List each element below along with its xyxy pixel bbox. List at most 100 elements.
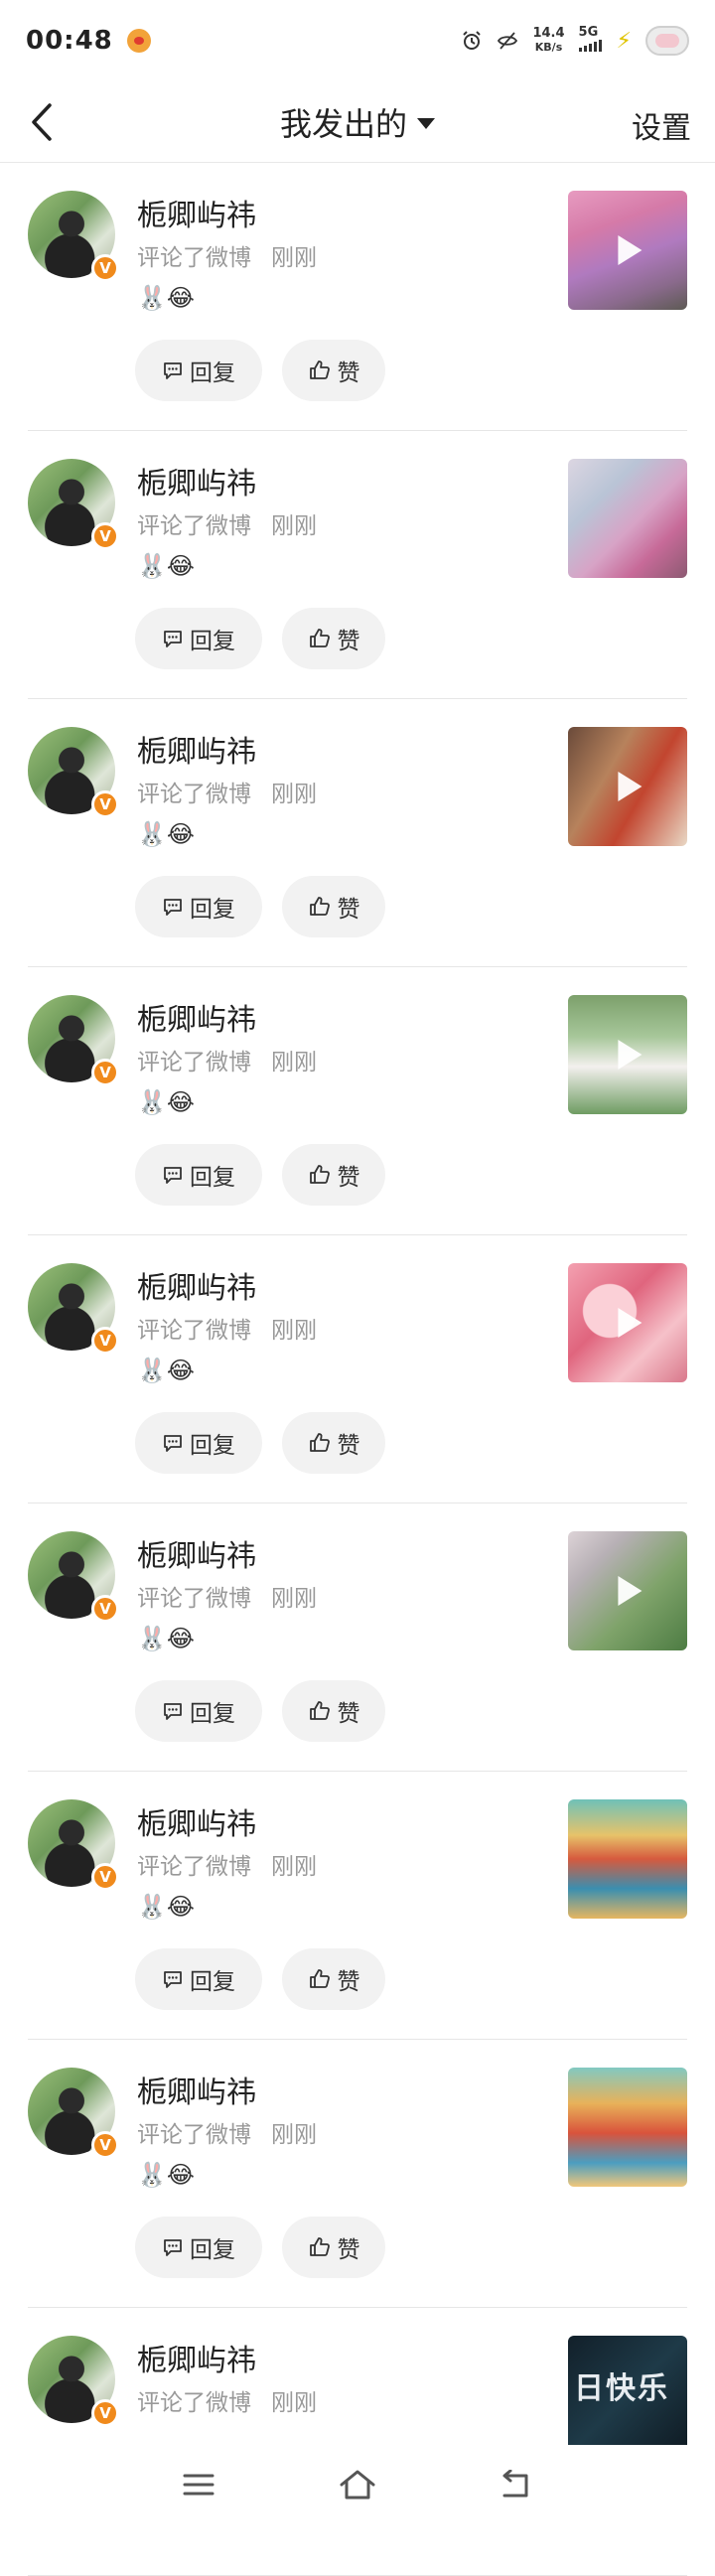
reply-label: 回复 [190, 629, 235, 654]
thumbs-up-icon [309, 2237, 330, 2256]
like-label: 赞 [337, 360, 360, 386]
settings-button[interactable]: 设置 [632, 103, 691, 147]
avatar[interactable]: V [28, 459, 119, 550]
video-thumbnail[interactable] [568, 1531, 687, 1650]
avatar[interactable]: V [28, 995, 119, 1086]
like-button[interactable]: 赞 [282, 1680, 385, 1742]
network-speed-value: 14.4 [532, 26, 565, 41]
reply-button[interactable]: 回复 [135, 1412, 262, 1474]
reply-button[interactable]: 回复 [135, 340, 262, 401]
post-thumbnail[interactable]: 日快乐 [568, 2336, 687, 2455]
user-name[interactable]: 栀卿屿祎 [137, 1531, 256, 1575]
avatar[interactable]: V [28, 2068, 119, 2159]
home-button[interactable] [336, 2463, 379, 2506]
like-label: 赞 [337, 629, 360, 654]
reply-button[interactable]: 回复 [135, 1948, 262, 2010]
comment-icon [164, 1167, 182, 1184]
user-name[interactable]: 栀卿屿祎 [137, 727, 256, 771]
reply-button[interactable]: 回复 [135, 876, 262, 937]
comment-icon [164, 1435, 182, 1452]
like-button[interactable]: 赞 [282, 1412, 385, 1474]
user-name[interactable]: 栀卿屿祎 [137, 1263, 256, 1307]
user-name[interactable]: 栀卿屿祎 [137, 1799, 256, 1843]
avatar[interactable]: V [28, 1531, 119, 1623]
menu-button[interactable] [177, 2463, 220, 2506]
comment-emoji: 🐰😂 [137, 284, 195, 312]
comment-icon [164, 362, 182, 379]
like-button[interactable]: 赞 [282, 340, 385, 401]
user-name[interactable]: 栀卿屿祎 [137, 2068, 256, 2111]
timestamp: 刚刚 [271, 245, 317, 271]
action-text: 评论了微博 [137, 245, 251, 271]
user-name[interactable]: 栀卿屿祎 [137, 191, 256, 234]
weibo-notification-icon [126, 29, 151, 53]
verified-badge-icon: V [91, 1863, 119, 1891]
reply-button[interactable]: 回复 [135, 608, 262, 669]
post-thumbnail[interactable] [568, 459, 687, 578]
verified-badge-icon: V [91, 1059, 119, 1086]
thumbs-up-icon [309, 1701, 330, 1720]
verified-badge-icon: V [91, 2131, 119, 2159]
comment-icon [164, 2239, 182, 2256]
item-meta: 评论了微博 刚刚 [137, 238, 317, 272]
reply-button[interactable]: 回复 [135, 1680, 262, 1742]
avatar[interactable]: V [28, 1799, 119, 1891]
comment-icon [164, 1703, 182, 1720]
avatar[interactable]: V [28, 1263, 119, 1355]
video-thumbnail[interactable] [568, 727, 687, 846]
like-button[interactable]: 赞 [282, 608, 385, 669]
item-meta: 评论了微博 刚刚 [137, 1579, 317, 1613]
list-item: V 栀卿屿祎 评论了微博 刚刚 🐰😂 回复 赞 [0, 1503, 715, 1772]
user-name[interactable]: 栀卿屿祎 [137, 459, 256, 502]
eye-off-icon [498, 32, 518, 50]
comment-emoji: 🐰😂 [137, 820, 195, 848]
back-nav-button[interactable] [495, 2463, 538, 2506]
caret-down-icon [417, 117, 435, 129]
thumbs-up-icon [309, 629, 330, 647]
post-thumbnail[interactable] [568, 1799, 687, 1919]
reply-label: 回复 [190, 360, 235, 386]
alarm-icon [463, 31, 482, 50]
reply-label: 回复 [190, 1701, 235, 1727]
avatar[interactable]: V [28, 191, 119, 282]
item-meta: 评论了微博 刚刚 [137, 2115, 317, 2149]
avatar[interactable]: V [28, 727, 119, 818]
user-name[interactable]: 栀卿屿祎 [137, 995, 256, 1039]
video-thumbnail[interactable] [568, 995, 687, 1114]
app-header: 我发出的 设置 [0, 81, 715, 163]
reply-label: 回复 [190, 1969, 235, 1995]
video-thumbnail[interactable] [568, 191, 687, 310]
thumbs-up-icon [309, 897, 330, 916]
title-dropdown[interactable]: 我发出的 [0, 81, 715, 163]
reply-button[interactable]: 回复 [135, 2217, 262, 2278]
like-button[interactable]: 赞 [282, 2217, 385, 2278]
verified-badge-icon: V [91, 2399, 119, 2427]
verified-badge-icon: V [91, 254, 119, 282]
list-item: V 栀卿屿祎 评论了微博 刚刚 🐰😂 回复 赞 [0, 1235, 715, 1503]
comment-emoji: 🐰😂 [137, 552, 195, 580]
action-text: 评论了微博 [137, 1050, 251, 1075]
like-button[interactable]: 赞 [282, 1948, 385, 2010]
back-nav-icon [502, 2470, 528, 2498]
action-text: 评论了微博 [137, 2122, 251, 2148]
action-text: 评论了微博 [137, 2390, 251, 2416]
like-button[interactable]: 赞 [282, 876, 385, 937]
like-button[interactable]: 赞 [282, 1144, 385, 1206]
reply-button[interactable]: 回复 [135, 1144, 262, 1206]
post-thumbnail[interactable] [568, 2068, 687, 2187]
item-meta: 评论了微博 刚刚 [137, 1847, 317, 1881]
like-label: 赞 [337, 2237, 360, 2263]
thumbs-up-icon [309, 360, 330, 379]
network-speed: 14.4 KB/s [532, 27, 564, 55]
status-time: 00:48 [26, 26, 113, 56]
avatar[interactable]: V [28, 2336, 119, 2427]
action-text: 评论了微博 [137, 782, 251, 807]
reply-label: 回复 [190, 1433, 235, 1459]
system-nav-bar [0, 2445, 715, 2525]
item-meta: 评论了微博 刚刚 [137, 2383, 317, 2417]
user-name[interactable]: 栀卿屿祎 [137, 2336, 256, 2379]
video-thumbnail[interactable] [568, 1263, 687, 1382]
item-meta: 评论了微博 刚刚 [137, 1043, 317, 1076]
play-icon [618, 772, 643, 801]
list-item: V 栀卿屿祎 评论了微博 刚刚 🐰😂 回复 赞 [0, 2040, 715, 2308]
